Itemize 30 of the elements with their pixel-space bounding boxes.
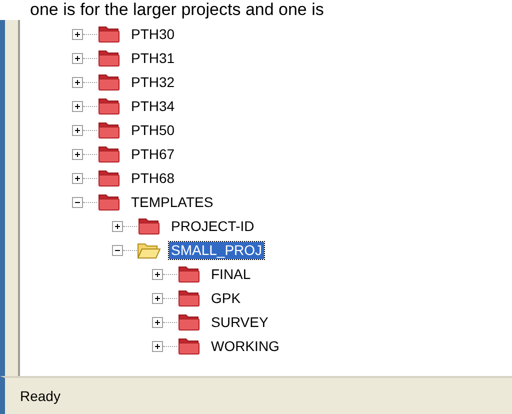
tree-item[interactable]: PTH68 (129, 170, 177, 186)
tree-item[interactable]: PTH30 (129, 26, 177, 42)
expand-icon[interactable] (72, 124, 83, 136)
tree-item[interactable]: SURVEY (209, 314, 270, 330)
tree-item[interactable]: GPK (209, 290, 243, 306)
expand-icon[interactable] (72, 172, 83, 184)
tree-item[interactable]: PROJECT-ID (169, 218, 256, 234)
expand-icon[interactable] (112, 220, 123, 232)
expand-icon[interactable] (72, 52, 83, 64)
caption-text: one is for the larger projects and one is (29, 0, 325, 20)
expand-icon[interactable] (72, 76, 83, 88)
tree-item[interactable]: TEMPLATES (129, 194, 216, 210)
expand-icon[interactable] (152, 340, 163, 352)
status-text: Ready (20, 386, 60, 406)
expand-icon[interactable] (72, 148, 83, 160)
tree-item[interactable]: PTH50 (129, 122, 177, 138)
expand-icon[interactable] (152, 292, 163, 304)
tree-item[interactable]: FINAL (209, 266, 253, 282)
collapse-icon[interactable] (72, 196, 83, 208)
expand-icon[interactable] (152, 316, 163, 328)
tree-item[interactable]: SMALL_PROJ (169, 242, 264, 258)
tree-item[interactable]: PTH31 (129, 50, 177, 66)
collapse-icon[interactable] (112, 244, 123, 256)
tree-item[interactable]: PTH32 (129, 74, 177, 90)
tree-item[interactable]: PTH67 (129, 146, 177, 162)
tree-item[interactable]: WORKING (209, 338, 282, 354)
expand-icon[interactable] (72, 28, 83, 40)
expand-icon[interactable] (152, 268, 163, 280)
expand-icon[interactable] (72, 100, 83, 112)
tree-item[interactable]: PTH34 (129, 98, 177, 114)
